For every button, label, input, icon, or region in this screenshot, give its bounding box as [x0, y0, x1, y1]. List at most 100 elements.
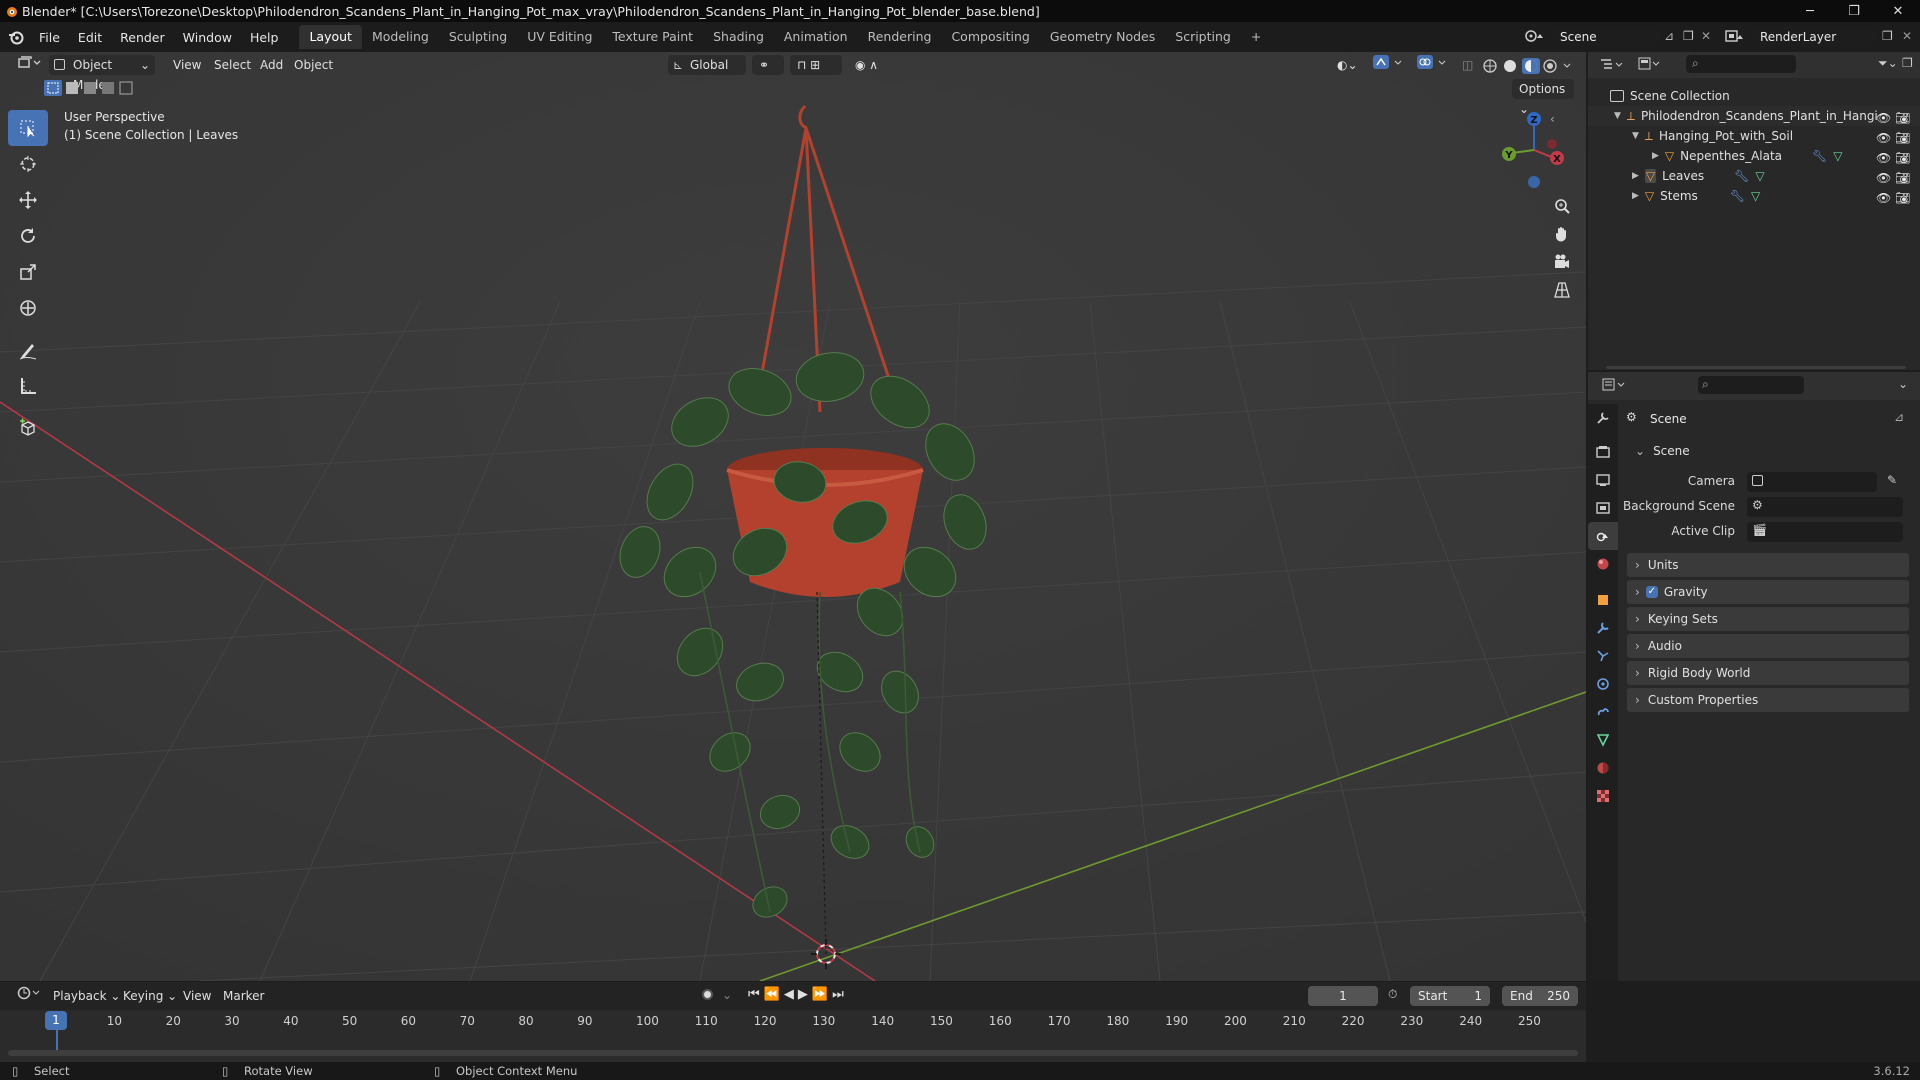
- eye-icon[interactable]: 👁︎ 📷︎: [1876, 128, 1910, 148]
- options-dropdown[interactable]: Options ⌄: [1512, 79, 1574, 116]
- expand-arrow-icon[interactable]: ▶: [1632, 191, 1639, 201]
- select-box-icon[interactable]: [8, 110, 48, 146]
- marker-menu[interactable]: Marker: [216, 986, 271, 1006]
- use-preview-range-icon[interactable]: ⏱︎: [1388, 987, 1397, 1002]
- object-mode-dropdown[interactable]: Object Mode ⌄: [49, 55, 155, 92]
- filter-icon[interactable]: ⏷⌄: [1878, 56, 1898, 71]
- object-menu[interactable]: Object: [287, 55, 340, 75]
- selection-mode-buttons[interactable]: [44, 80, 140, 96]
- eyedropper-icon[interactable]: ✎: [1887, 473, 1897, 487]
- outliner-row-hanging-pot[interactable]: ▼ ⟂ Hanging_Pot_with_Soil: [1588, 126, 1920, 146]
- pin-icon[interactable]: ⊿: [1894, 410, 1904, 424]
- move-icon[interactable]: [8, 182, 48, 218]
- cursor-icon[interactable]: [8, 146, 48, 182]
- tab-geometry-nodes[interactable]: Geometry Nodes: [1040, 25, 1165, 49]
- outliner-row-stems[interactable]: ▶ ▽ Stems 🔧︎ ▽: [1588, 186, 1920, 206]
- keying-sets-panel-header[interactable]: › Keying Sets: [1627, 607, 1909, 631]
- camera-view-icon[interactable]: [1548, 248, 1576, 276]
- eye-icon[interactable]: 👁︎ 📷︎: [1876, 148, 1910, 168]
- gizmo-toggle-icon[interactable]: [1366, 55, 1414, 75]
- view-layer-icon[interactable]: [1724, 28, 1746, 46]
- gravity-panel-header[interactable]: › ✓ Gravity: [1627, 580, 1909, 604]
- timeline-editor-type-icon[interactable]: [10, 986, 50, 1006]
- new-scene-icon[interactable]: ❐: [1683, 29, 1694, 43]
- jump-to-start-icon[interactable]: ⏮: [748, 987, 764, 1002]
- scene-name-field[interactable]: Scene: [1552, 27, 1662, 47]
- view-layer-field[interactable]: RenderLayer: [1752, 27, 1878, 47]
- timeline-scrollbar[interactable]: [8, 1050, 1578, 1056]
- object-tab-icon[interactable]: [1588, 586, 1618, 614]
- jump-keyframe-back-icon[interactable]: ⏪: [764, 987, 784, 1002]
- delete-scene-icon[interactable]: ✕: [1701, 29, 1711, 43]
- render-tab-icon[interactable]: [1588, 438, 1618, 466]
- mesh-data-icon[interactable]: ▽: [1833, 149, 1842, 163]
- new-view-layer-icon[interactable]: ❐: [1882, 29, 1893, 43]
- playhead[interactable]: 1: [45, 1011, 67, 1030]
- menu-help[interactable]: Help: [241, 30, 288, 45]
- outliner-row-nepenthes[interactable]: ▶ ▽ Nepenthes_Alata 🔧︎ ▽: [1588, 146, 1920, 166]
- expand-arrow-icon[interactable]: ▶: [1632, 171, 1639, 181]
- add-workspace-button[interactable]: +: [1241, 25, 1271, 49]
- constraints-tab-icon[interactable]: [1588, 698, 1618, 726]
- minimize-button[interactable]: ─: [1788, 0, 1832, 22]
- pivot-point-icon[interactable]: ⚭: [752, 55, 784, 75]
- eye-icon[interactable]: 👁︎ 📷︎: [1876, 188, 1910, 208]
- eye-icon[interactable]: 👁︎ 📷︎: [1876, 168, 1910, 188]
- outliner-editor-type-icon[interactable]: [1600, 58, 1626, 72]
- physics-tab-icon[interactable]: [1588, 670, 1618, 698]
- tab-uv-editing[interactable]: UV Editing: [517, 25, 602, 49]
- tab-modeling[interactable]: Modeling: [362, 25, 439, 49]
- modifier-tab-icon[interactable]: [1588, 614, 1618, 642]
- audio-panel-header[interactable]: › Audio: [1627, 634, 1909, 658]
- tab-rendering[interactable]: Rendering: [858, 25, 942, 49]
- add-menu[interactable]: Add: [253, 55, 290, 75]
- timeline-view-menu[interactable]: View: [176, 986, 218, 1006]
- material-tab-icon[interactable]: [1588, 754, 1618, 782]
- tab-compositing[interactable]: Compositing: [941, 25, 1039, 49]
- editor-type-icon[interactable]: [10, 55, 48, 75]
- expand-arrow-icon[interactable]: ▼: [1632, 131, 1639, 141]
- texture-tab-icon[interactable]: [1588, 782, 1618, 810]
- expand-arrow-icon[interactable]: ▼: [1614, 111, 1621, 121]
- add-cube-icon[interactable]: [8, 410, 48, 446]
- snap-icon[interactable]: ⊓ ⊞: [790, 55, 842, 75]
- maximize-button[interactable]: ❐: [1832, 0, 1876, 22]
- scene-icon[interactable]: [1524, 27, 1546, 45]
- annotate-icon[interactable]: [8, 332, 48, 368]
- camera-field[interactable]: [1747, 472, 1877, 492]
- zoom-icon[interactable]: [1548, 192, 1576, 220]
- view-menu[interactable]: View: [166, 55, 208, 75]
- outliner-root-row[interactable]: Scene Collection: [1588, 86, 1920, 106]
- properties-search-input[interactable]: [1698, 376, 1804, 394]
- gravity-checkbox[interactable]: ✓: [1645, 586, 1658, 598]
- tab-shading[interactable]: Shading: [703, 25, 774, 49]
- modifier-wrench-icon[interactable]: 🔧︎: [1730, 189, 1745, 203]
- keying-menu[interactable]: Keying ⌄: [116, 986, 184, 1006]
- outliner-scrollbar[interactable]: [1606, 366, 1906, 369]
- properties-editor-type-icon[interactable]: [1602, 378, 1628, 392]
- blender-menu-icon[interactable]: [8, 29, 24, 45]
- frame-ruler[interactable]: 10 20 30 40 50 60 70 80 90 100 110 120 130 140 150 160 1…: [0, 1010, 1586, 1032]
- measure-icon[interactable]: [8, 368, 48, 404]
- xray-toggle-icon[interactable]: ◫: [1455, 55, 1480, 75]
- perspective-toggle-icon[interactable]: [1548, 276, 1576, 304]
- modifier-wrench-icon[interactable]: 🔧︎: [1734, 169, 1749, 183]
- particles-tab-icon[interactable]: [1588, 642, 1618, 670]
- delete-view-layer-icon[interactable]: ✕: [1902, 29, 1912, 43]
- tab-animation[interactable]: Animation: [774, 25, 858, 49]
- display-mode-icon[interactable]: [1638, 57, 1662, 71]
- start-frame-field[interactable]: Start 1: [1410, 986, 1490, 1006]
- close-window-button[interactable]: ✕: [1876, 0, 1920, 22]
- menu-render[interactable]: Render: [111, 30, 174, 45]
- play-icon[interactable]: ▶: [798, 987, 812, 1002]
- rigid-body-world-panel-header[interactable]: › Rigid Body World: [1627, 661, 1909, 685]
- mesh-data-icon[interactable]: ▽: [1755, 169, 1764, 183]
- jump-keyframe-forward-icon[interactable]: ⏩: [812, 987, 832, 1002]
- tool-tab-icon[interactable]: [1588, 404, 1618, 432]
- units-panel-header[interactable]: › Units: [1627, 553, 1909, 577]
- outliner-search-input[interactable]: [1686, 55, 1796, 73]
- transform-orientation-dropdown[interactable]: ⊾ Global: [668, 55, 746, 75]
- chevron-down-icon[interactable]: ⌄: [1898, 377, 1908, 391]
- tab-sculpting[interactable]: Sculpting: [439, 25, 517, 49]
- outliner-row-philodendron[interactable]: ▼ ⟂ Philodendron_Scandens_Plant_in_Hangi: [1588, 106, 1920, 126]
